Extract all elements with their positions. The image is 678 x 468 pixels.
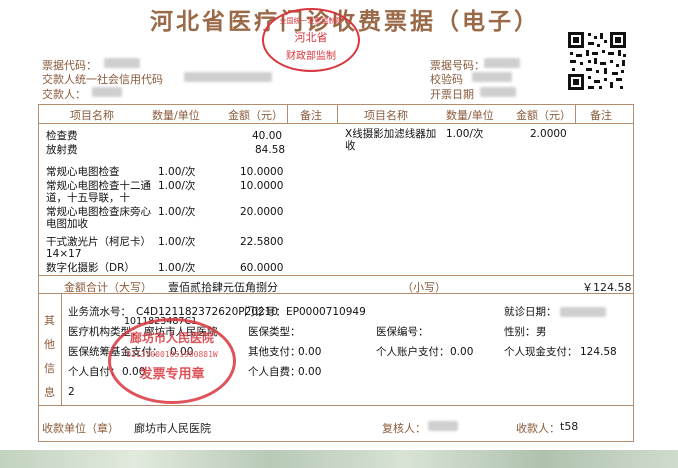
cash-pay-label: 个人现金支付： [504, 346, 578, 358]
other-pay-label: 其他支付： [248, 346, 301, 358]
payer-label: 交款人： [42, 88, 86, 101]
invoice-stamp-name: 廊坊市人民医院 [129, 331, 214, 345]
clinic-no-value: EP0000710949 [286, 306, 366, 318]
other-info-label-3: 信 [44, 362, 55, 375]
item-amount: 10.0000 [240, 180, 284, 192]
visit-date-label: 就诊日期： [504, 306, 557, 318]
finance-seal-line3: 财政部监制 [286, 51, 336, 62]
item-qty: 1.00/次 [158, 180, 196, 192]
item-qty: 1.00/次 [158, 206, 196, 218]
payee-unit-value: 廊坊市人民医院 [134, 422, 211, 435]
item-name: 干式激光片（柯尼卡）14×17 [46, 236, 151, 260]
extra-value: 2 [68, 386, 75, 398]
other-info-label-2: 他 [44, 338, 55, 351]
serial-label: 业务流水号： [68, 306, 131, 318]
insurance-no-label: 医保编号： [376, 326, 429, 338]
payer-value-redacted [92, 87, 122, 97]
col-qty2-header: 数量/单位 [446, 109, 494, 122]
payee-label: 收款人： [516, 422, 560, 435]
col-remark2-header: 备注 [590, 109, 612, 122]
bill-no-value-redacted [484, 58, 520, 68]
col-qty-header: 数量/单位 [152, 109, 200, 122]
item-amount: 10.0000 [240, 166, 284, 178]
item-name: X线摄影加滤线器加收 [345, 128, 437, 152]
payee-unit-label: 收款单位（章） [42, 422, 119, 435]
issue-date-value-redacted [480, 87, 516, 97]
col-item2-header: 项目名称 [364, 109, 408, 122]
item-amount: 20.0000 [240, 206, 284, 218]
item-qty: 1.00/次 [158, 236, 196, 248]
gender-value: 男 [536, 326, 547, 338]
clinic-no-label: 门诊号： [244, 306, 286, 318]
invoice-stamp-code: 911310001051900881W [126, 350, 218, 359]
self-expense-value: 0.00 [298, 366, 322, 378]
col-remark-header: 备注 [300, 109, 322, 122]
finance-seal-line1: 全国统一发票监制章 [279, 17, 343, 25]
item-amount: 40.00 [252, 130, 283, 142]
self-expense-label: 个人自费： [248, 366, 301, 378]
item-name: 常规心电图检查床旁心电图加收 [46, 206, 151, 230]
finance-seal-line2: 河北省 [294, 31, 328, 44]
item-name: 数字化摄影（DR） [46, 262, 135, 274]
item-amount: 84.58 [255, 144, 286, 156]
qr-code-icon [566, 30, 628, 92]
insurance-type-label: 医保类型： [248, 326, 301, 338]
col-amount-header: 金额（元） [228, 109, 283, 122]
payer-credit-label: 交款人统一社会信用代码 [42, 73, 163, 86]
item-qty: 1.00/次 [158, 166, 196, 178]
item-qty: 1.00/次 [158, 262, 196, 274]
other-info-label-4: 息 [44, 386, 55, 399]
item-amount: 2.0000 [530, 128, 567, 140]
check-code-label: 校验码 [430, 73, 463, 86]
issue-date-label: 开票日期 [430, 88, 474, 101]
payee-value: t58 [560, 420, 579, 433]
other-pay-value: 0.00 [298, 346, 322, 358]
other-info-label-1: 其 [44, 314, 55, 327]
check-code-value-redacted [472, 72, 512, 82]
account-pay-label: 个人账户支付： [376, 346, 450, 358]
reviewer-label: 复核人： [382, 422, 426, 435]
bill-code-value-redacted [104, 58, 140, 68]
account-pay-value: 0.00 [450, 346, 474, 358]
cash-pay-value: 124.58 [580, 346, 617, 358]
total-value: ￥124.58 [582, 281, 632, 294]
invoice-stamp-title: 发票专用章 [139, 367, 205, 382]
col-amount2-header: 金额（元） [516, 109, 571, 122]
reviewer-value-redacted [428, 421, 458, 431]
total-words-value: 壹佰贰拾肆元伍角捌分 [168, 281, 278, 294]
item-amount: 60.0000 [240, 262, 284, 274]
item-amount: 22.5800 [240, 236, 284, 248]
item-name: 检查费 [46, 130, 78, 142]
total-small-label: （小写） [402, 281, 446, 294]
item-name: 常规心电图检查 [46, 166, 120, 178]
background-photo-strip [0, 450, 678, 468]
invoice-stamp: 廊坊市人民医院 911310001051900881W 发票专用章 [108, 318, 236, 404]
visit-date-value-redacted [560, 307, 606, 317]
gender-label: 性别： [504, 326, 536, 338]
item-name: 常规心电图检查十二通道，十五导联，十 [46, 180, 151, 204]
finance-seal: 全国统一发票监制章 河北省 财政部监制 [262, 8, 360, 72]
item-qty: 1.00/次 [446, 128, 484, 140]
payer-credit-value-redacted [184, 72, 272, 82]
item-name: 放射费 [46, 144, 78, 156]
total-words-label: 金额合计（大写） [64, 281, 152, 294]
invoice-title: 河北省医疗门诊收费票据（电子） [150, 8, 540, 35]
col-item-header: 项目名称 [70, 109, 114, 122]
